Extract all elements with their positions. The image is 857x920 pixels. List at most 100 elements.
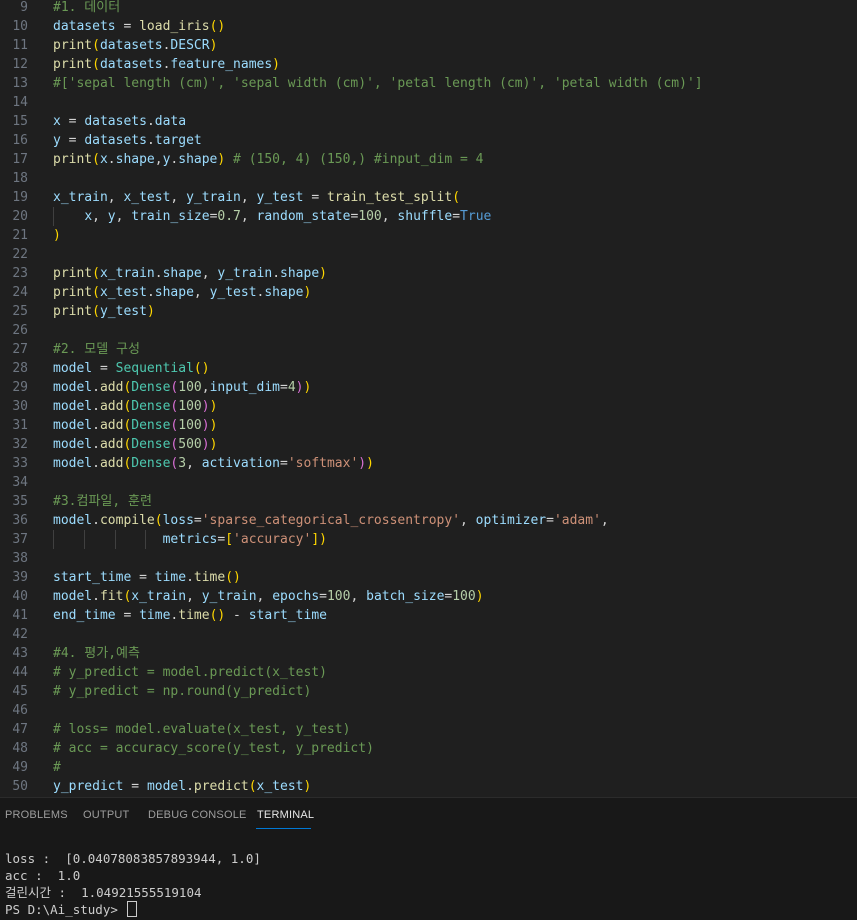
code-line[interactable]: 11 print(datasets.DESCR) [0, 36, 857, 55]
code-line[interactable]: 43 #4. 평가,예측 [0, 644, 857, 663]
line-number: 41 [12, 608, 28, 623]
code-line[interactable]: 33 model.add(Dense(3, activation='softmax… [0, 454, 857, 473]
code-line[interactable]: 39 start_time = time.time() [0, 568, 857, 587]
code-text: #2. 모델 구성 [53, 342, 140, 357]
code-text: metrics=['accuracy']) [162, 532, 327, 547]
code-line[interactable]: 34 [0, 473, 857, 492]
code-line[interactable]: 40 model.fit(x_train, y_train, epochs=100… [0, 587, 857, 606]
tab-output[interactable]: OUTPUT [83, 809, 129, 821]
line-number: 43 [12, 646, 28, 661]
line-number: 19 [12, 190, 28, 205]
code-text: print(y_test) [53, 304, 155, 319]
code-line[interactable]: 35 #3.컴파일, 훈련 [0, 492, 857, 511]
line-number: 16 [12, 133, 28, 148]
indent-guide [83, 530, 85, 549]
line-number: 45 [12, 684, 28, 699]
code-text: x, y, train_size=0.7, random_state=100, … [84, 209, 492, 224]
code-line[interactable]: 37 metrics=['accuracy']) [0, 530, 857, 549]
line-number: 34 [12, 475, 28, 490]
code-line[interactable]: 19 x_train, x_test, y_train, y_test = tra… [0, 188, 857, 207]
code-line[interactable]: 28 model = Sequential() [0, 359, 857, 378]
line-number: 44 [12, 665, 28, 680]
code-text: print(x.shape,y.shape) # (150, 4) (150,)… [53, 152, 484, 167]
code-line[interactable]: 29 model.add(Dense(100,input_dim=4)) [0, 378, 857, 397]
code-line[interactable]: 30 model.add(Dense(100)) [0, 397, 857, 416]
code-line[interactable]: 31 model.add(Dense(100)) [0, 416, 857, 435]
code-line[interactable]: 27 #2. 모델 구성 [0, 340, 857, 359]
code-text: # y_predict = model.predict(x_test) [53, 665, 327, 680]
code-line[interactable]: 47 # loss= model.evaluate(x_test, y_test) [0, 720, 857, 739]
line-number: 50 [12, 779, 28, 794]
terminal-output[interactable]: loss : [0.04078083857893944, 1.0] acc : … [5, 850, 261, 918]
indent-guide [53, 530, 54, 549]
code-text: ) [53, 228, 61, 243]
code-text: # loss= model.evaluate(x_test, y_test) [53, 722, 351, 737]
code-line[interactable]: 38 [0, 549, 857, 568]
code-line[interactable]: 24 print(x_test.shape, y_test.shape) [0, 283, 857, 302]
code-line[interactable]: 20 x, y, train_size=0.7, random_state=10… [0, 207, 857, 226]
line-number: 30 [12, 399, 28, 414]
bottom-panel: PROBLEMS OUTPUT DEBUG CONSOLE TERMINAL l… [0, 797, 857, 920]
code-editor[interactable]: 9 #1. 데이터 10 datasets = load_iris() 11 print(… [0, 0, 857, 797]
terminal-line: acc : 1.0 [5, 868, 81, 883]
line-number: 18 [12, 171, 28, 186]
line-number: 31 [12, 418, 28, 433]
line-number: 22 [12, 247, 28, 262]
terminal-cursor [127, 901, 138, 917]
code-line[interactable]: 46 [0, 701, 857, 720]
terminal-prompt-line[interactable]: PS D:\Ai_study> [5, 901, 261, 918]
line-number: 37 [12, 532, 28, 547]
tab-debug-console[interactable]: DEBUG CONSOLE [148, 809, 247, 821]
terminal-line: loss : [0.04078083857893944, 1.0] [5, 851, 261, 866]
line-number: 17 [12, 152, 28, 167]
code-line[interactable]: 26 [0, 321, 857, 340]
indent-guide [53, 207, 54, 226]
tab-terminal[interactable]: TERMINAL [257, 809, 314, 821]
code-line[interactable]: 23 print(x_train.shape, y_train.shape) [0, 264, 857, 283]
code-line[interactable]: 45 # y_predict = np.round(y_predict) [0, 682, 857, 701]
code-line[interactable]: 16 y = datasets.target [0, 131, 857, 150]
panel-tabs: PROBLEMS OUTPUT DEBUG CONSOLE TERMINAL [0, 798, 857, 833]
code-line[interactable]: 18 [0, 169, 857, 188]
code-text: #3.컴파일, 훈련 [53, 494, 152, 509]
indent-guide [145, 530, 147, 549]
code-line[interactable]: 15 x = datasets.data [0, 112, 857, 131]
line-number: 40 [12, 589, 28, 604]
line-number: 42 [12, 627, 28, 642]
code-line[interactable]: 14 [0, 93, 857, 112]
code-line[interactable]: 48 # acc = accuracy_score(y_test, y_predi… [0, 739, 857, 758]
code-line[interactable]: 44 # y_predict = model.predict(x_test) [0, 663, 857, 682]
code-text: datasets = load_iris() [53, 19, 226, 34]
code-text: model.add(Dense(3, activation='softmax')… [53, 456, 374, 471]
code-line[interactable]: 10 datasets = load_iris() [0, 17, 857, 36]
code-line[interactable]: 22 [0, 245, 857, 264]
line-number: 33 [12, 456, 28, 471]
line-number: 23 [12, 266, 28, 281]
code-line[interactable]: 50 y_predict = model.predict(x_test) [0, 777, 857, 796]
code-text: print(x_train.shape, y_train.shape) [53, 266, 327, 281]
code-line[interactable]: 12 print(datasets.feature_names) [0, 55, 857, 74]
code-line[interactable]: 36 model.compile(loss='sparse_categorical… [0, 511, 857, 530]
code-line[interactable]: 13 #['sepal length (cm)', 'sepal width (c… [0, 74, 857, 93]
line-number: 9 [20, 0, 28, 15]
code-text: #['sepal length (cm)', 'sepal width (cm)… [53, 76, 703, 91]
code-line[interactable]: 49 # [0, 758, 857, 777]
line-number: 10 [12, 19, 28, 34]
line-number: 29 [12, 380, 28, 395]
code-text: # y_predict = np.round(y_predict) [53, 684, 312, 699]
line-number: 12 [12, 57, 28, 72]
line-number: 49 [12, 760, 28, 775]
code-line[interactable]: 21) [0, 226, 857, 245]
code-line[interactable]: 32 model.add(Dense(500)) [0, 435, 857, 454]
code-line[interactable]: 42 [0, 625, 857, 644]
code-text: x_train, x_test, y_train, y_test = train… [53, 190, 461, 205]
indent-guide [114, 530, 116, 549]
code-line[interactable]: 17 print(x.shape,y.shape) # (150, 4) (150… [0, 150, 857, 169]
code-line[interactable]: 41 end_time = time.time() - start_time [0, 606, 857, 625]
terminal-line: 걸린시간 : 1.04921555519104 [5, 885, 202, 900]
code-text: print(datasets.feature_names) [53, 57, 280, 72]
code-line[interactable]: 9 #1. 데이터 [0, 0, 857, 17]
tab-problems[interactable]: PROBLEMS [5, 809, 68, 821]
code-line[interactable]: 25 print(y_test) [0, 302, 857, 321]
line-number: 35 [12, 494, 28, 509]
